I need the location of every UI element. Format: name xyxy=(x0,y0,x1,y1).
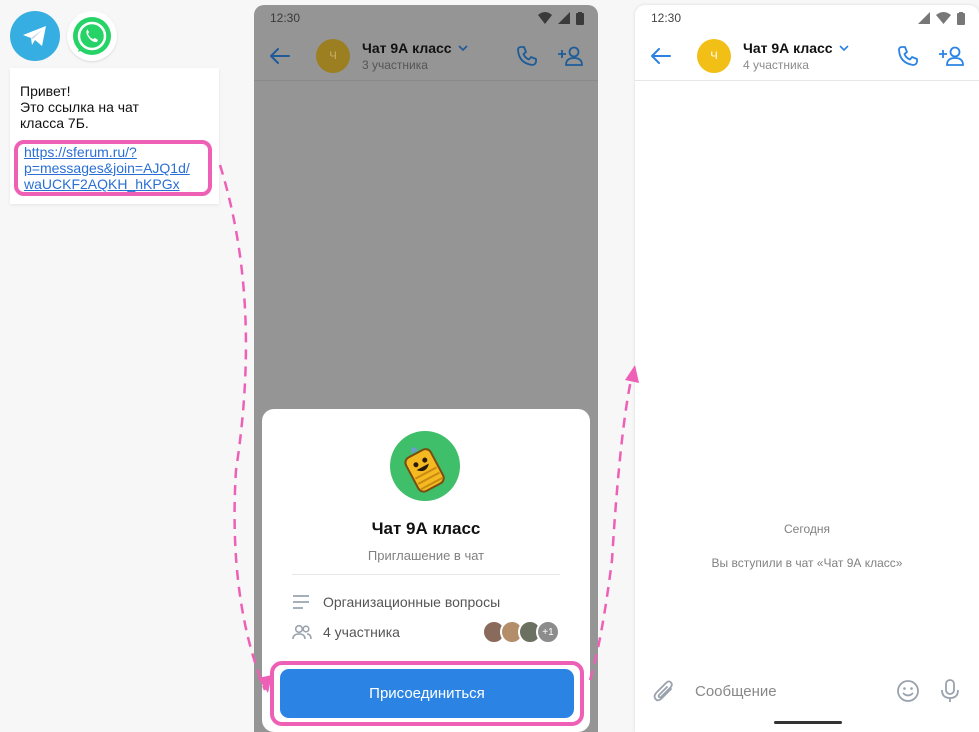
chat-header: Ч Чат 9А класс 3 участника xyxy=(254,31,598,81)
invite-link-line[interactable]: waUCKF2AQKH_hKPGx xyxy=(24,176,208,192)
voice-button[interactable] xyxy=(935,679,965,703)
chat-avatar[interactable]: Ч xyxy=(316,38,350,73)
users-icon xyxy=(292,624,312,640)
chat-title-text: Чат 9А класс xyxy=(362,39,452,56)
message-text-line: Это ссылка на чат xyxy=(20,99,139,115)
battery-icon xyxy=(576,11,584,25)
chat-description: Организационные вопросы xyxy=(323,594,501,610)
back-button[interactable] xyxy=(647,42,675,70)
call-button[interactable] xyxy=(510,39,544,73)
system-message: Вы вступили в чат «Чат 9А класс» xyxy=(711,556,903,570)
add-member-button[interactable] xyxy=(935,39,969,73)
whatsapp-icon[interactable] xyxy=(67,11,117,61)
attach-button[interactable] xyxy=(649,679,679,703)
join-button[interactable]: Присоединиться xyxy=(280,669,574,718)
message-text-line: Привет! xyxy=(20,83,71,99)
member-avatars: +1 xyxy=(482,620,560,644)
join-highlight: Присоединиться xyxy=(270,661,584,726)
chat-members-count: 3 участника xyxy=(362,57,428,72)
chat-description-row: Организационные вопросы xyxy=(292,592,560,612)
invite-phone-screen: 12:30 Ч Чат 9А класс 3 участника Чат 9А … xyxy=(254,5,598,732)
telegram-icon[interactable] xyxy=(10,11,60,61)
chat-avatar[interactable]: Ч xyxy=(697,38,731,73)
add-user-icon xyxy=(558,46,583,66)
text-lines-icon xyxy=(292,595,312,609)
status-bar: 12:30 xyxy=(254,5,598,31)
members-row[interactable]: 4 участника +1 xyxy=(292,620,560,644)
add-user-icon xyxy=(939,46,964,66)
divider xyxy=(292,574,560,575)
signal-icon xyxy=(918,12,930,24)
chevron-down-icon xyxy=(839,44,849,51)
chat-title[interactable]: Чат 9А класс xyxy=(743,40,881,56)
chat-title[interactable]: Чат 9А класс xyxy=(362,40,500,56)
wifi-icon xyxy=(936,12,951,24)
chat-title-text: Чат 9А класс xyxy=(743,39,833,56)
chat-title-block[interactable]: Чат 9А класс 3 участника xyxy=(362,40,500,72)
home-indicator xyxy=(774,721,842,724)
chat-phone-screen: 12:30 Ч Чат 9А класс 4 участника Сегодня… xyxy=(635,5,979,732)
invite-link[interactable]: https://sferum.ru/? p=messages&join=AJQ1… xyxy=(14,140,212,196)
arrow-left-icon xyxy=(651,47,671,64)
add-member-button[interactable] xyxy=(554,39,588,73)
status-bar: 12:30 xyxy=(635,5,979,31)
members-count: 4 участника xyxy=(323,624,400,640)
more-members-badge: +1 xyxy=(536,620,560,644)
chat-members-count: 4 участника xyxy=(743,57,809,72)
message-text-line: класса 7Б. xyxy=(20,115,89,131)
paperclip-icon xyxy=(653,680,673,702)
arrow-left-icon xyxy=(270,47,290,64)
chat-title-block[interactable]: Чат 9А класс 4 участника xyxy=(743,40,881,72)
chat-header: Ч Чат 9А класс 4 участника xyxy=(635,31,979,81)
microphone-icon xyxy=(941,679,959,702)
signal-icon xyxy=(558,12,570,24)
invite-link-line[interactable]: p=messages&join=AJQ1d/ xyxy=(24,160,208,176)
group-avatar xyxy=(390,431,460,501)
phone-icon xyxy=(517,45,537,66)
phone-icon xyxy=(898,45,918,66)
wifi-icon xyxy=(538,12,552,24)
invite-link-line[interactable]: https://sferum.ru/? xyxy=(24,144,208,160)
status-time: 12:30 xyxy=(651,11,682,25)
battery-icon xyxy=(957,11,965,25)
call-button[interactable] xyxy=(891,39,925,73)
chevron-down-icon xyxy=(458,44,468,51)
back-button[interactable] xyxy=(266,42,294,70)
message-composer: Сообщение xyxy=(635,671,979,711)
smile-icon xyxy=(897,680,919,702)
sheet-subtitle: Приглашение в чат xyxy=(367,548,485,563)
shared-message-card: Привет! Это ссылка на чат класса 7Б. htt… xyxy=(10,68,219,204)
sheet-title: Чат 9А класс xyxy=(371,519,481,538)
invite-sheet: Чат 9А класс Приглашение в чат Организац… xyxy=(262,409,590,732)
date-separator: Сегодня xyxy=(784,522,830,536)
status-time: 12:30 xyxy=(270,11,301,25)
emoji-button[interactable] xyxy=(893,679,923,703)
message-input[interactable]: Сообщение xyxy=(695,683,893,700)
